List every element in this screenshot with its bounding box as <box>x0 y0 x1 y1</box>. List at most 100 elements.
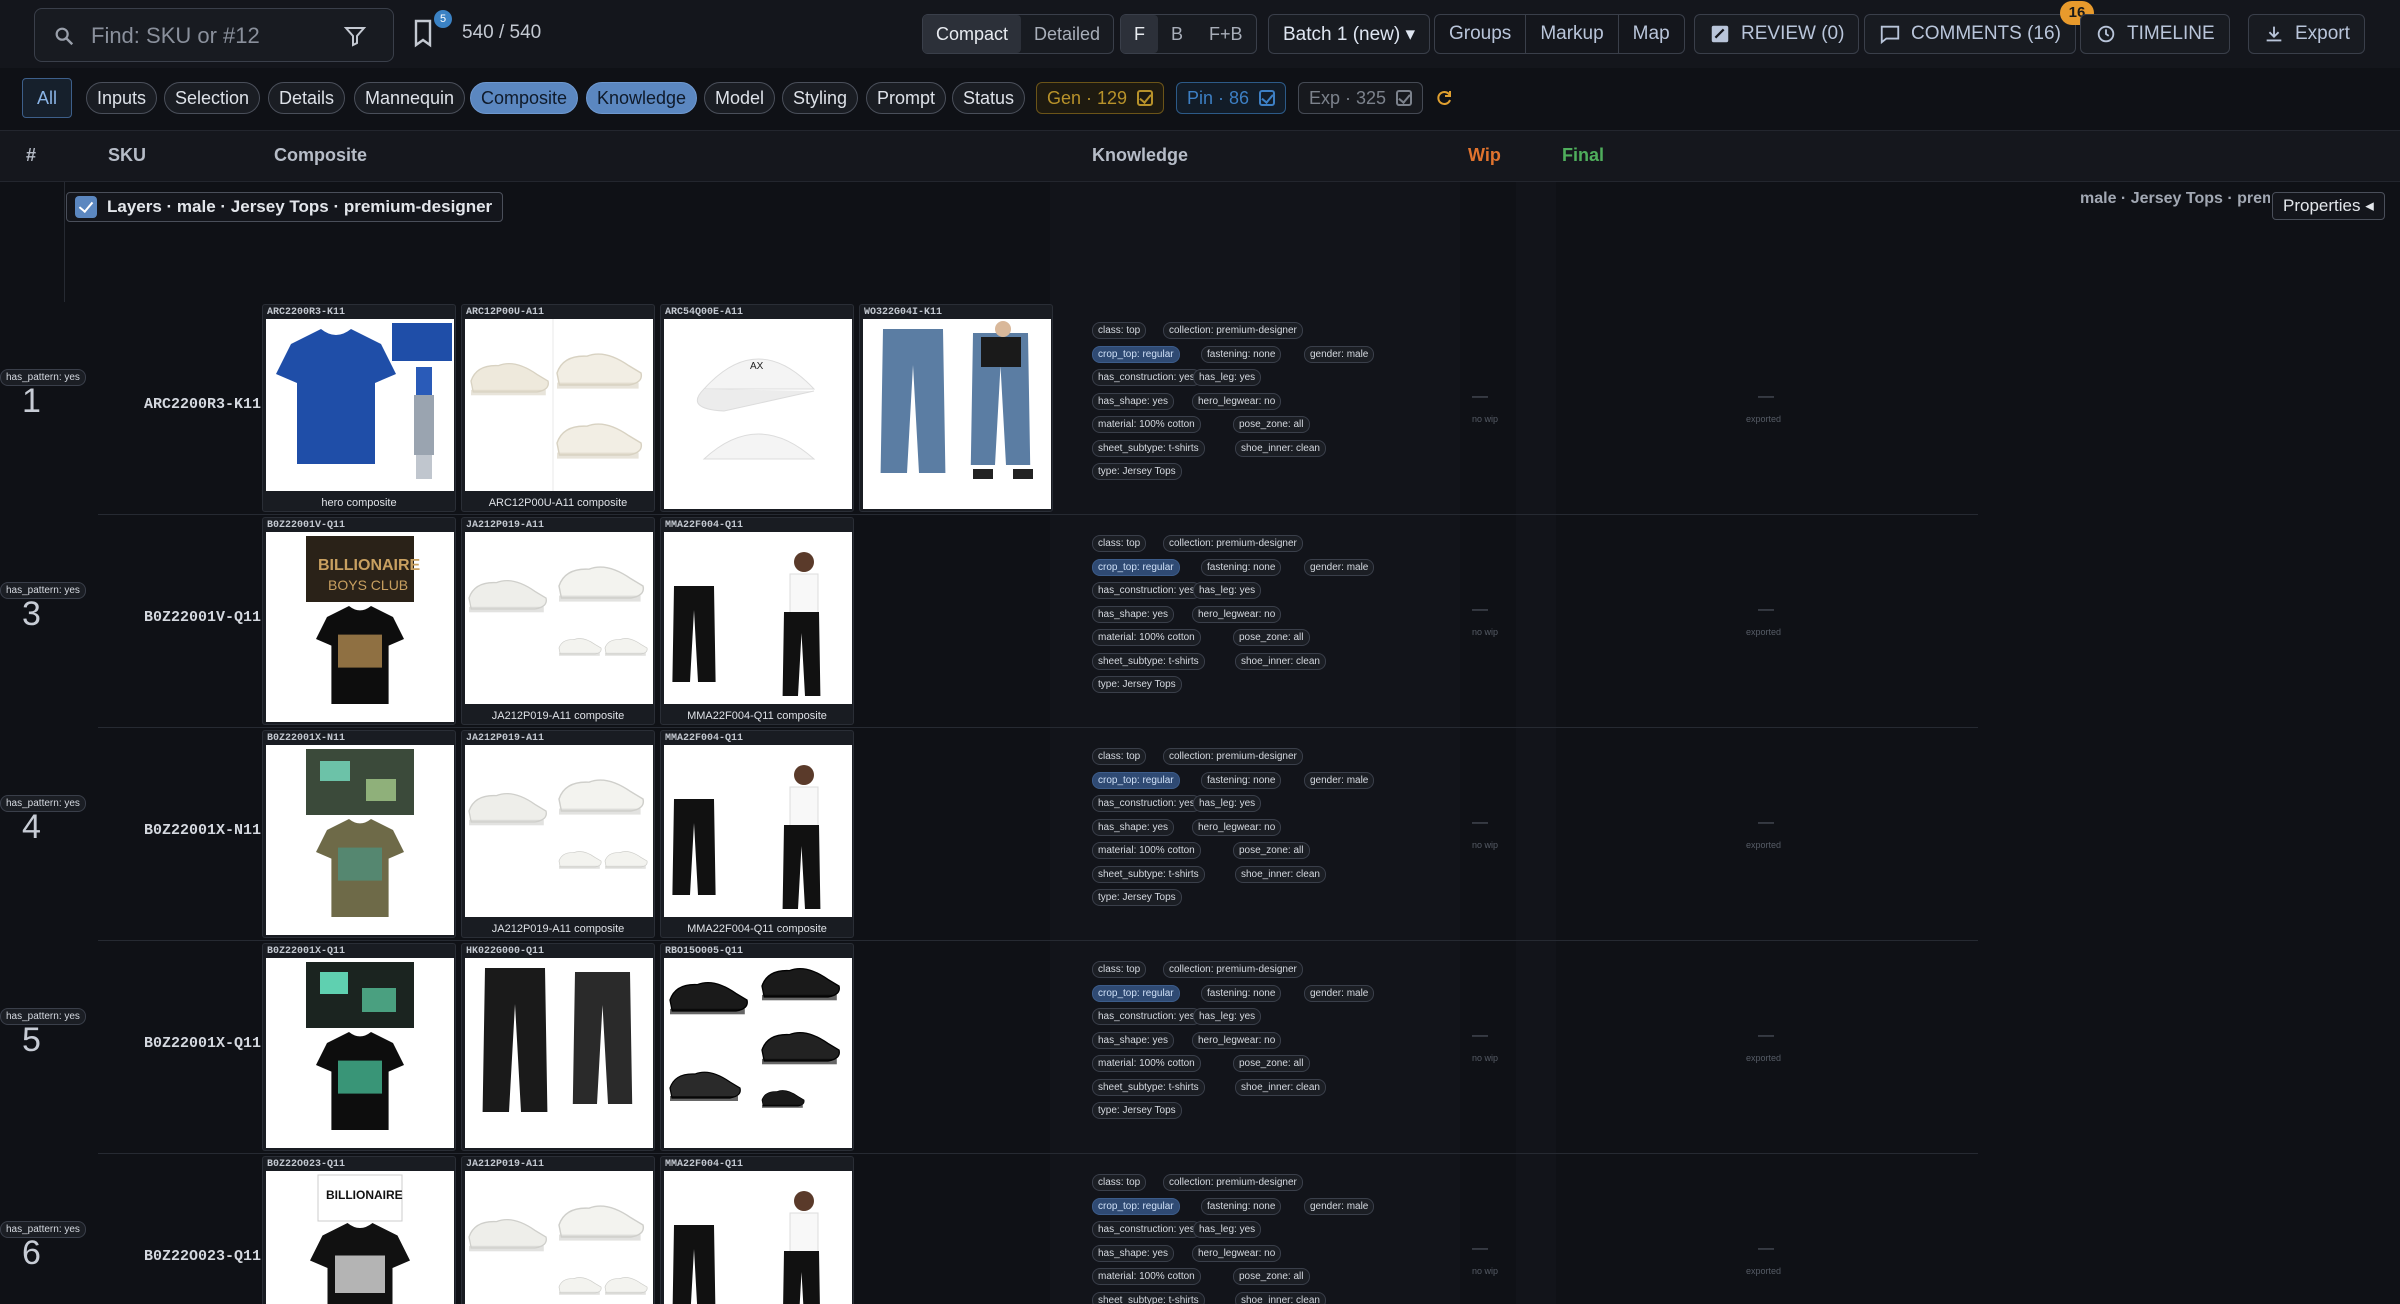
composite-thumbnail[interactable] <box>266 319 454 491</box>
chip-prompt[interactable]: Prompt <box>866 82 947 114</box>
composite-card[interactable]: B0Z22001V-Q11 BILLIONAIRE BOYS CLUB <box>262 517 456 725</box>
composite-thumbnail[interactable] <box>863 319 1051 509</box>
knowledge-tag: type: Jersey Tops <box>1092 889 1182 906</box>
table-row[interactable]: 5 B0Z22001X-Q11 B0Z22001X-Q11 HK022G000-Q11… <box>0 941 2400 1154</box>
wip-dash: — <box>1472 388 1488 405</box>
composite-card[interactable]: B0Z22O023-Q11 BILLIONAIRE <box>262 1156 456 1304</box>
markup-button[interactable]: Markup <box>1526 15 1619 53</box>
comments-button[interactable]: COMMENTS (16) <box>1864 14 2076 54</box>
chip-composite[interactable]: Composite <box>470 82 579 114</box>
composite-card[interactable]: WO322G04I-K11 <box>859 304 1053 512</box>
detailed-option[interactable]: Detailed <box>1021 15 1113 53</box>
composite-thumbnail[interactable] <box>465 1171 653 1304</box>
composite-thumbnail[interactable]: BILLIONAIRE BOYS CLUB <box>266 532 454 722</box>
composite-thumbnail[interactable] <box>465 958 653 1148</box>
composite-card-sku: MMA22F004-Q11 <box>665 520 744 531</box>
side-f-option[interactable]: F <box>1121 15 1158 53</box>
composite-thumbnail[interactable] <box>664 532 852 704</box>
col-header-composite[interactable]: Composite <box>274 145 367 166</box>
table-row[interactable]: 4 B0Z22001X-N11 B0Z22001X-N11 JA212P019-A11… <box>0 728 2400 941</box>
composite-card[interactable]: MMA22F004-Q11 MMA22F004-Q11 composite <box>660 517 854 725</box>
knowledge-tag: collection: premium-designer <box>1163 961 1303 978</box>
composite-thumbnail[interactable]: AX <box>664 319 852 509</box>
composite-thumbnail[interactable] <box>465 745 653 917</box>
knowledge-tag: sheet_subtype: t-shirts <box>1092 1078 1205 1096</box>
chip-mannequin[interactable]: Mannequin <box>354 82 466 114</box>
bookmarks-button[interactable]: 5 <box>412 10 452 50</box>
table-row[interactable]: 6 B0Z22O023-Q11 B0Z22O023-Q11 BILLIONAIRE JA… <box>0 1154 2400 1304</box>
knowledge-tag: has_construction: yes <box>1092 1221 1201 1238</box>
composite-card[interactable]: MMA22F004-Q11 MMA22F004-Q11 composite <box>660 730 854 938</box>
batch-select[interactable]: Batch 1 (new) ▾ <box>1268 14 1431 54</box>
knowledge-tag: gender: male <box>1304 558 1375 576</box>
review-button[interactable]: REVIEW (0) <box>1694 14 1860 54</box>
chip-model[interactable]: Model <box>704 82 776 114</box>
exp-toggle[interactable]: Exp · 325 <box>1298 82 1424 114</box>
knowledge-tag: collection: premium-designer <box>1163 535 1303 552</box>
layers-group-toggle[interactable]: Layers · male · Jersey Tops · premium-de… <box>66 192 504 222</box>
composite-card[interactable]: MMA22F004-Q11 <box>660 1156 854 1304</box>
composite-thumbnail[interactable] <box>664 958 852 1148</box>
row-sku[interactable]: B0Z22001V-Q11 <box>144 609 261 626</box>
composite-card[interactable]: JA212P019-A11 JA212P019-A11 composite <box>461 730 655 938</box>
row-sku[interactable]: ARC2200R3-K11 <box>144 396 261 413</box>
composite-thumbnail[interactable] <box>664 745 852 917</box>
group-checkbox[interactable] <box>75 196 97 218</box>
composite-thumbnail[interactable] <box>266 958 454 1148</box>
composite-card[interactable]: ARC2200R3-K11 hero composite <box>262 304 456 512</box>
pin-toggle[interactable]: Pin · 86 <box>1176 82 1287 114</box>
composite-card[interactable]: ARC12P00U-A11 ARC12P00U-A11 composite <box>461 304 655 512</box>
gen-toggle[interactable]: Gen · 129 <box>1036 82 1165 114</box>
refresh-icon[interactable] <box>1434 88 1454 108</box>
table-row[interactable]: 1 ARC2200R3-K11 ARC2200R3-K11 hero composit… <box>0 302 2400 515</box>
export-label: Export <box>2295 23 2350 44</box>
composite-card[interactable]: HK022G000-Q11 <box>461 943 655 1151</box>
col-header-sku[interactable]: SKU <box>108 145 146 166</box>
composite-card[interactable]: JA212P019-A11 JA212P019-A11 composite <box>461 517 655 725</box>
chip-details[interactable]: Details <box>268 82 346 114</box>
chip-inputs[interactable]: Inputs <box>86 82 158 114</box>
knowledge-tag: has_shape: yes <box>1092 605 1175 623</box>
knowledge-tag: gender: male <box>1304 984 1375 1002</box>
col-header-knowledge[interactable]: Knowledge <box>1092 145 1188 166</box>
filter-icon[interactable] <box>343 24 367 48</box>
export-button[interactable]: Export <box>2248 14 2365 54</box>
chip-knowledge[interactable]: Knowledge <box>586 82 698 114</box>
knowledge-tag: hero_legwear: no <box>1192 1031 1282 1049</box>
search-input[interactable] <box>91 19 321 53</box>
knowledge-tag: has_construction: yes <box>1092 1008 1201 1025</box>
composite-thumbnail[interactable] <box>664 1171 852 1304</box>
row-sku[interactable]: B0Z22001X-N11 <box>144 822 261 839</box>
properties-button[interactable]: Properties ◂ <box>2272 192 2385 220</box>
composite-thumbnail[interactable] <box>465 532 653 704</box>
row-sku[interactable]: B0Z22001X-Q11 <box>144 1035 261 1052</box>
filter-all[interactable]: All <box>22 78 73 118</box>
chip-selection[interactable]: Selection <box>164 82 261 114</box>
knowledge-tag: crop_top: regular <box>1092 771 1180 789</box>
map-button[interactable]: Map <box>1619 15 1684 53</box>
composite-card[interactable]: ARC54Q00E-A11 AX <box>660 304 854 512</box>
row-sku[interactable]: B0Z22O023-Q11 <box>144 1248 261 1265</box>
wip-status: no wip <box>1472 627 1499 637</box>
timeline-button[interactable]: TIMELINE <box>2080 14 2230 54</box>
composite-card[interactable]: B0Z22001X-Q11 <box>262 943 456 1151</box>
composite-thumbnail[interactable] <box>465 319 653 491</box>
col-header-wip[interactable]: Wip <box>1468 145 1501 166</box>
svg-text:BILLIONAIRE: BILLIONAIRE <box>326 1188 403 1202</box>
composite-card[interactable]: JA212P019-A11 <box>461 1156 655 1304</box>
composite-thumbnail[interactable]: BILLIONAIRE <box>266 1171 454 1304</box>
table-row[interactable]: 3 B0Z22001V-Q11 B0Z22001V-Q11 BILLIONAIRE BO… <box>0 515 2400 728</box>
compact-option[interactable]: Compact <box>923 15 1022 53</box>
chip-styling[interactable]: Styling <box>782 82 859 114</box>
knowledge-tag: gender: male <box>1304 771 1375 789</box>
side-b-option[interactable]: B <box>1158 15 1196 53</box>
groups-button[interactable]: Groups <box>1435 15 1527 53</box>
composite-card[interactable]: B0Z22001X-N11 <box>262 730 456 938</box>
search-box[interactable] <box>34 8 394 62</box>
col-header-final[interactable]: Final <box>1562 145 1604 166</box>
composite-thumbnail[interactable] <box>266 745 454 935</box>
side-fb-option[interactable]: F+B <box>1196 15 1256 53</box>
chip-status[interactable]: Status <box>952 82 1026 114</box>
pin-checkbox-icon <box>1259 90 1276 106</box>
composite-card[interactable]: RBO15O005-Q11 <box>660 943 854 1151</box>
